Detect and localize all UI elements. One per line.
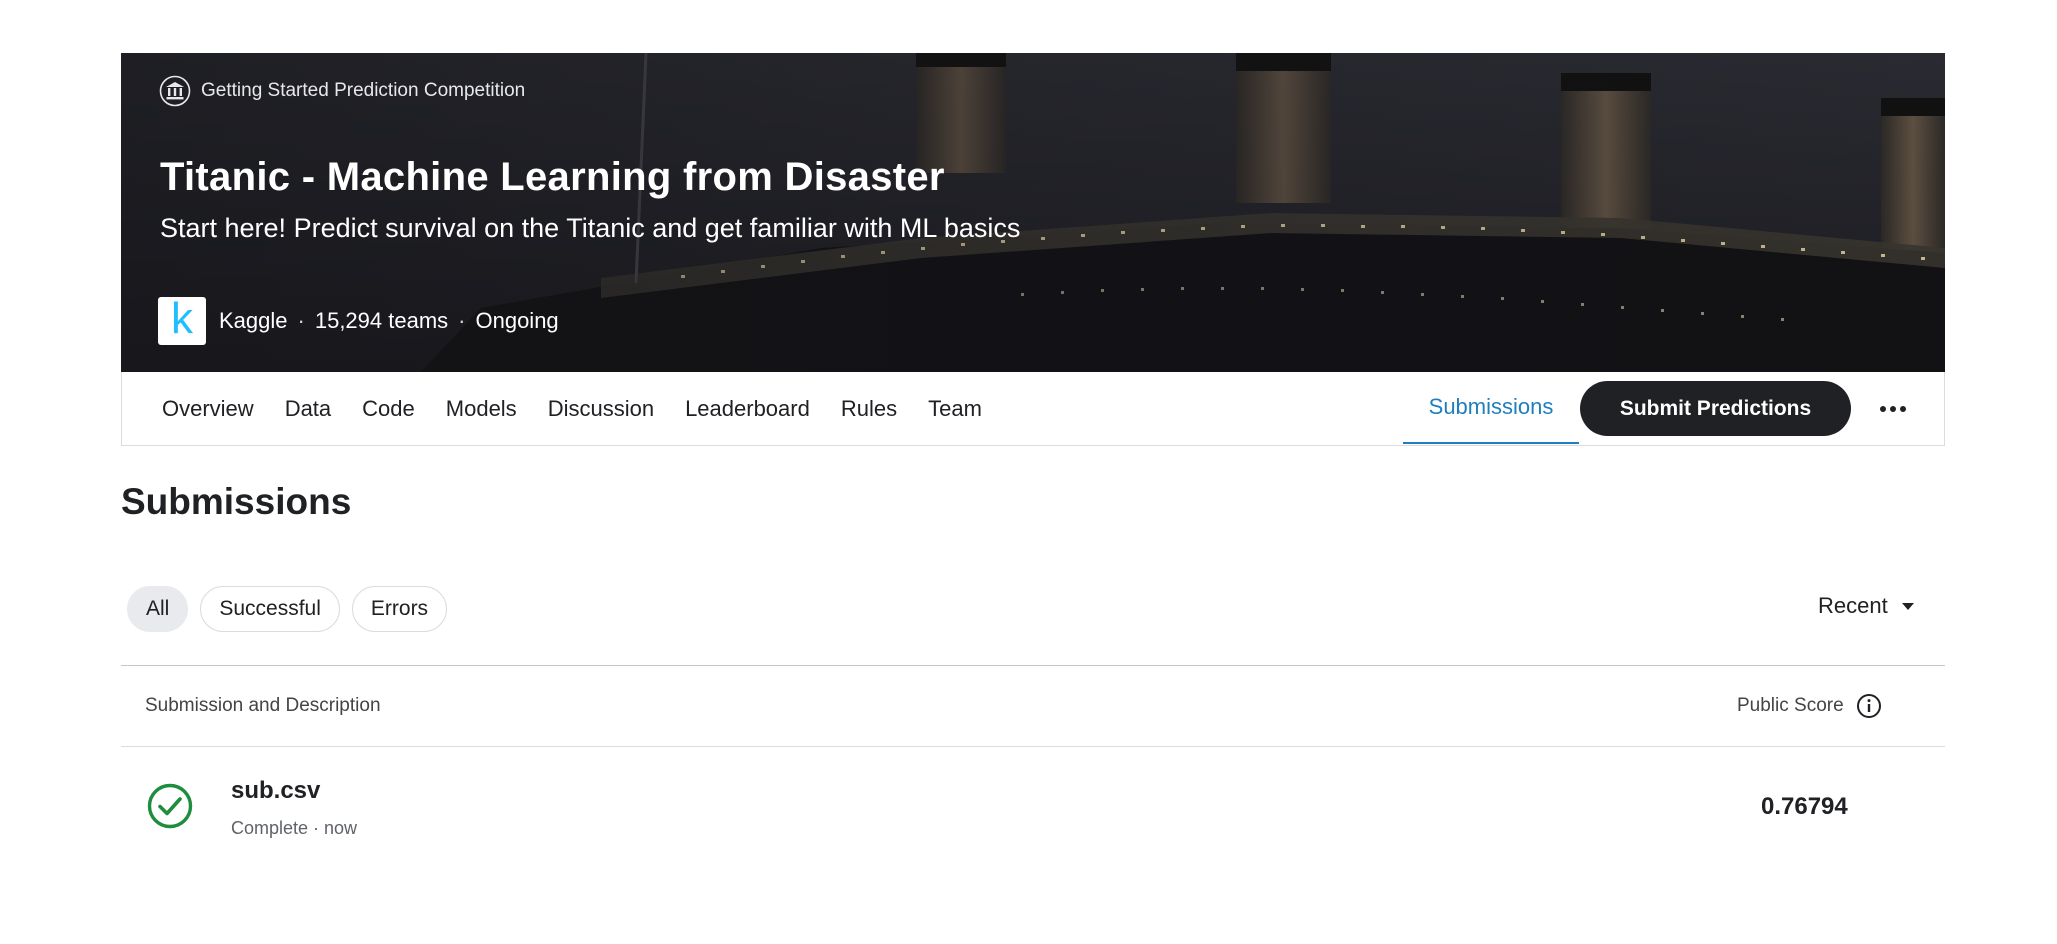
meta-separator: · [458, 308, 466, 333]
competition-header: Getting Started Prediction Competition T… [121, 53, 1945, 372]
submission-file-name[interactable]: sub.csv [231, 777, 320, 805]
meta-separator: · [297, 308, 305, 333]
competition-subtitle: Start here! Predict survival on the Tita… [160, 213, 1021, 243]
institution-icon [159, 75, 191, 107]
sort-dropdown[interactable]: Recent [1818, 593, 1914, 619]
tab-team[interactable]: Team [928, 396, 982, 422]
column-header-description: Submission and Description [145, 695, 381, 716]
submissions-table: Submission and Description Public Score [121, 665, 1945, 857]
host-name[interactable]: Kaggle [219, 308, 288, 334]
competition-title: Titanic - Machine Learning from Disaster [160, 155, 945, 199]
tab-rules[interactable]: Rules [841, 396, 897, 422]
check-circle-icon [147, 783, 193, 829]
tab-list: Overview Data Code Models Discussion Lea… [162, 372, 1013, 445]
kaggle-logo[interactable]: k [158, 297, 206, 345]
table-header: Submission and Description Public Score [121, 665, 1945, 747]
sort-label: Recent [1818, 593, 1888, 618]
submission-filters: All Successful Errors [127, 586, 448, 632]
table-row[interactable]: sub.csv Complete · now 0.76794 [121, 747, 1945, 857]
tab-overview[interactable]: Overview [162, 396, 254, 422]
filter-chip-all[interactable]: All [127, 586, 189, 632]
caret-down-icon [1901, 602, 1914, 610]
competition-tabbar: Overview Data Code Models Discussion Lea… [121, 372, 1945, 446]
tab-submissions[interactable]: Submissions [1403, 372, 1579, 444]
submit-predictions-button[interactable]: Submit Predictions [1580, 381, 1851, 436]
filter-chip-successful[interactable]: Successful [200, 586, 340, 632]
more-horizontal-icon[interactable] [1874, 390, 1912, 428]
column-header-score-label: Public Score [1737, 695, 1844, 716]
tab-code[interactable]: Code [362, 396, 415, 422]
competition-meta: k Kaggle · 15,294 teams · Ongoing [158, 297, 559, 345]
category-label: Getting Started Prediction Competition [201, 80, 526, 101]
submission-status: Complete · now [231, 818, 358, 838]
competition-category: Getting Started Prediction Competition [159, 75, 525, 107]
competition-status: Ongoing [475, 308, 559, 333]
tab-models[interactable]: Models [446, 396, 517, 422]
page-title: Submissions [121, 481, 352, 522]
column-header-score: Public Score [1737, 693, 1882, 719]
tab-leaderboard[interactable]: Leaderboard [685, 396, 810, 422]
filter-chip-errors[interactable]: Errors [351, 586, 448, 632]
team-count: 15,294 teams [314, 308, 449, 333]
info-icon[interactable] [1856, 693, 1882, 719]
public-score: 0.76794 [1761, 793, 1848, 820]
page: Getting Started Prediction Competition T… [0, 0, 2057, 944]
tab-discussion[interactable]: Discussion [548, 396, 654, 422]
kaggle-logo-letter: k [171, 294, 193, 343]
tab-data[interactable]: Data [285, 396, 331, 422]
